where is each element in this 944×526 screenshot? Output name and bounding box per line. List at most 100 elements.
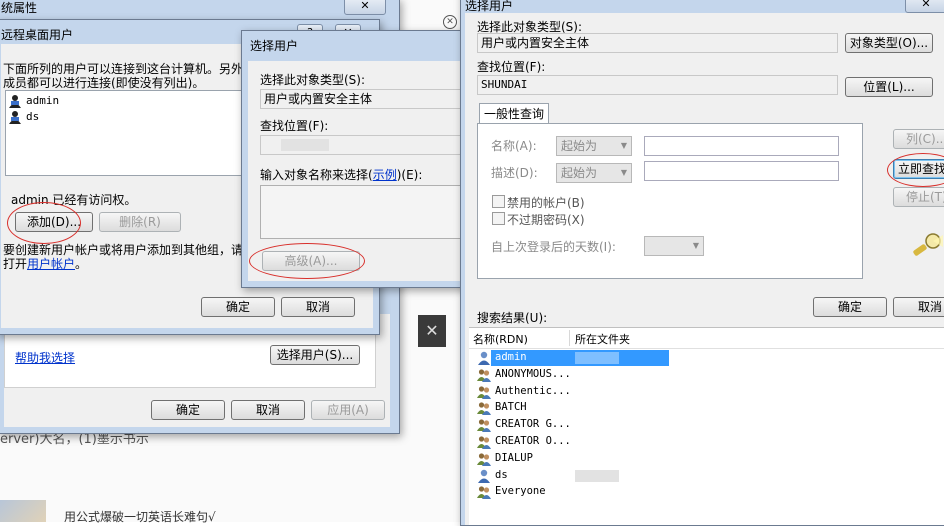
user-icon xyxy=(9,95,21,108)
ok-button[interactable]: 确定 xyxy=(151,400,225,420)
days-since-logon-label: 自上次登录后的天数(I): xyxy=(491,240,616,254)
table-row[interactable]: DIALUP xyxy=(469,451,944,467)
row-name: BATCH xyxy=(495,401,527,414)
chevron-down-icon: ▼ xyxy=(620,141,627,150)
table-row[interactable]: CREATOR O... xyxy=(469,434,944,450)
search-results-label: 搜索结果(U): xyxy=(477,311,548,325)
bg-bottom-text: 用公式爆破一切英语长难句√ xyxy=(64,510,216,524)
window-close-button[interactable]: ✕ xyxy=(344,0,386,15)
select-users-dialog-advanced: 选择用户 ✕ 选择此对象类型(S): 用户或内置安全主体 对象类型(O)... … xyxy=(460,0,944,526)
row-name: Everyone xyxy=(495,485,546,498)
enter-names-prefix: 输入对象名称来选择( xyxy=(260,168,373,182)
location-button[interactable]: 位置(L)... xyxy=(845,77,933,97)
user-icon xyxy=(478,351,490,365)
add-button[interactable]: 添加(D)... xyxy=(15,212,93,232)
open-accounts-line: 打开用户帐户。 xyxy=(3,255,87,272)
table-row[interactable]: BATCH xyxy=(469,400,944,416)
table-row[interactable]: ds xyxy=(469,468,944,484)
row-name: admin xyxy=(495,351,527,363)
dialog-title: 远程桌面用户 xyxy=(1,28,74,42)
names-textarea[interactable] xyxy=(260,185,472,239)
tab-general-query[interactable]: 一般性查询 xyxy=(479,103,549,124)
list-item-label: admin xyxy=(26,94,60,107)
search-results-list[interactable]: 名称(RDN) 所在文件夹 admin ANONYMOUS... Authentic… xyxy=(469,327,944,525)
object-types-button[interactable]: 对象类型(O)... xyxy=(845,33,933,53)
combo-value: 起始为 xyxy=(561,166,598,180)
find-now-button[interactable]: 立即查找 xyxy=(893,159,944,179)
cancel-button[interactable]: 取消 xyxy=(281,297,355,317)
table-row[interactable]: Everyone xyxy=(469,484,944,500)
description-label: 描述(D): xyxy=(491,166,538,180)
ok-button[interactable]: 确定 xyxy=(201,297,275,317)
open-suffix: 。 xyxy=(75,257,88,271)
enter-names-label: 输入对象名称来选择(示例)(E): xyxy=(260,166,422,183)
name-label: 名称(A): xyxy=(491,139,537,153)
blurred-folder xyxy=(575,352,619,364)
row-name: ANONYMOUS... xyxy=(495,367,571,380)
enter-names-suffix: )(E): xyxy=(396,168,423,182)
location-field xyxy=(260,135,472,155)
advanced-dialog-content: 选择此对象类型(S): 用户或内置安全主体 对象类型(O)... 查找位置(F)… xyxy=(465,13,944,525)
apply-button[interactable]: 应用(A) xyxy=(311,400,385,420)
user-icon xyxy=(9,111,21,124)
table-row[interactable]: Authentic... xyxy=(469,384,944,400)
examples-link[interactable]: 示例 xyxy=(373,168,397,182)
table-row[interactable]: admin xyxy=(469,350,944,366)
description-line-2: 成员都可以进行连接(即使没有列出)。 xyxy=(3,76,205,90)
group-icon xyxy=(477,486,491,500)
column-header-folder[interactable]: 所在文件夹 xyxy=(575,331,630,347)
columns-button[interactable]: 列(C)... xyxy=(893,129,944,149)
row-name: Authentic... xyxy=(495,384,571,397)
object-type-field: 用户或内置安全主体 xyxy=(477,33,838,53)
query-panel: 名称(A): 起始为 ▼ 描述(D): 起始为 ▼ 禁用的帐户(B) 不过期密码(X… xyxy=(477,123,863,279)
help-me-choose-link[interactable]: 帮助我选择 xyxy=(15,349,75,366)
stop-button[interactable]: 停止(T) xyxy=(893,187,944,207)
group-icon xyxy=(477,402,491,416)
select-users-button[interactable]: 选择用户(S)... xyxy=(270,345,360,365)
description-input[interactable] xyxy=(644,161,839,181)
description-match-combo[interactable]: 起始为 ▼ xyxy=(556,163,632,183)
name-input[interactable] xyxy=(644,136,839,156)
users-list[interactable]: admin ds xyxy=(5,90,243,176)
object-type-field: 用户或内置安全主体 xyxy=(260,89,472,109)
remove-button[interactable]: 删除(R) xyxy=(99,212,181,232)
dialog-title: 选择用户 xyxy=(465,0,514,13)
blurred-value xyxy=(281,139,329,151)
group-icon xyxy=(477,419,491,433)
window-title: 统属性 xyxy=(1,1,38,15)
row-name: CREATOR G... xyxy=(495,418,571,431)
select-users-dialog-small: 选择用户 选择此对象类型(S): 用户或内置安全主体 查找位置(F): 输入对象… xyxy=(241,30,473,288)
location-field: SHUNDAI xyxy=(477,75,838,95)
small-dialog-content: 选择此对象类型(S): 用户或内置安全主体 查找位置(F): 输入对象名称来选择… xyxy=(248,61,472,281)
group-icon xyxy=(477,436,491,449)
no-expire-password-label: 不过期密码(X) xyxy=(507,213,585,227)
name-match-combo[interactable]: 起始为 ▼ xyxy=(556,136,632,156)
bg-close-button[interactable]: ✕ xyxy=(418,315,446,347)
list-item-label: ds xyxy=(26,110,40,123)
blurred-folder xyxy=(575,469,619,482)
close-title-button[interactable]: ✕ xyxy=(905,0,944,13)
user-accounts-link[interactable]: 用户帐户 xyxy=(27,257,75,271)
dialog-title: 选择用户 xyxy=(250,39,299,53)
group-icon xyxy=(477,453,491,466)
bg-close-circle-icon[interactable]: ✕ xyxy=(443,15,457,29)
row-name: ds xyxy=(495,468,508,481)
bg-thumbnail xyxy=(0,500,46,522)
search-flashlight-icon xyxy=(913,233,943,256)
row-name: CREATOR O... xyxy=(495,435,571,447)
advanced-button[interactable]: 高级(A)... xyxy=(262,251,360,271)
chevron-down-icon: ▼ xyxy=(620,168,627,177)
cancel-button[interactable]: 取消 xyxy=(893,297,944,317)
table-row[interactable]: ANONYMOUS... xyxy=(469,367,944,383)
user-icon xyxy=(478,469,490,483)
disabled-accounts-checkbox[interactable] xyxy=(492,195,505,208)
disabled-accounts-label: 禁用的帐户(B) xyxy=(507,196,585,210)
table-row[interactable]: CREATOR G... xyxy=(469,417,944,433)
cancel-button[interactable]: 取消 xyxy=(231,400,305,420)
days-since-logon-combo[interactable]: ▼ xyxy=(644,236,704,256)
column-divider[interactable] xyxy=(569,330,570,346)
column-header-name[interactable]: 名称(RDN) xyxy=(473,331,528,347)
ok-button[interactable]: 确定 xyxy=(813,297,887,317)
no-expire-password-checkbox[interactable] xyxy=(492,212,505,225)
location-label: 查找位置(F): xyxy=(260,119,329,133)
